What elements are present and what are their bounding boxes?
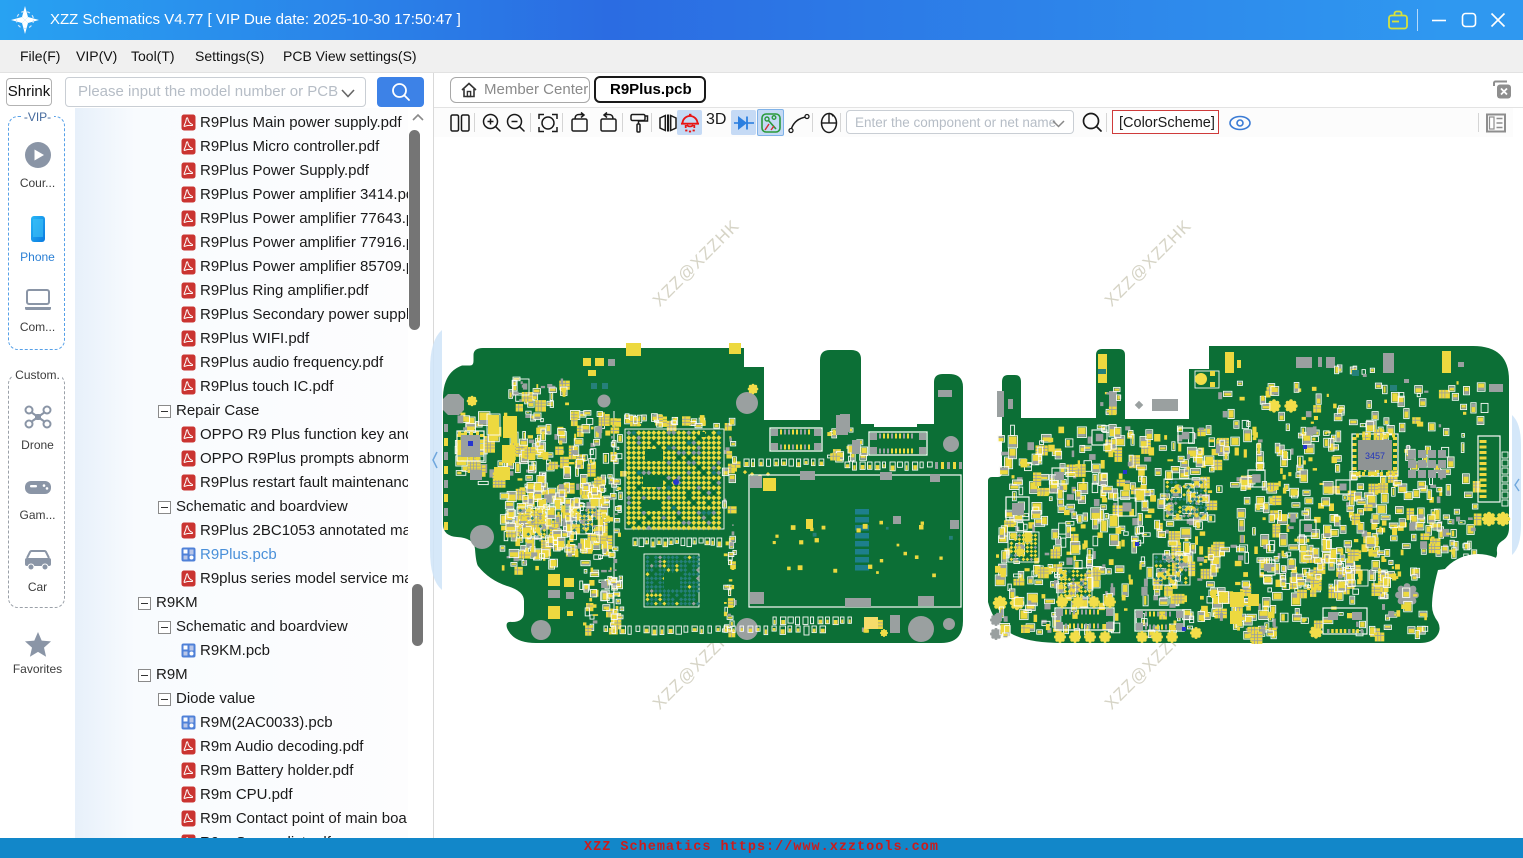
svg-text:XZZ@XZZHK: XZZ@XZZHK [649,216,743,310]
svg-text:XZZ@XZZHK: XZZ@XZZHK [1101,216,1195,310]
